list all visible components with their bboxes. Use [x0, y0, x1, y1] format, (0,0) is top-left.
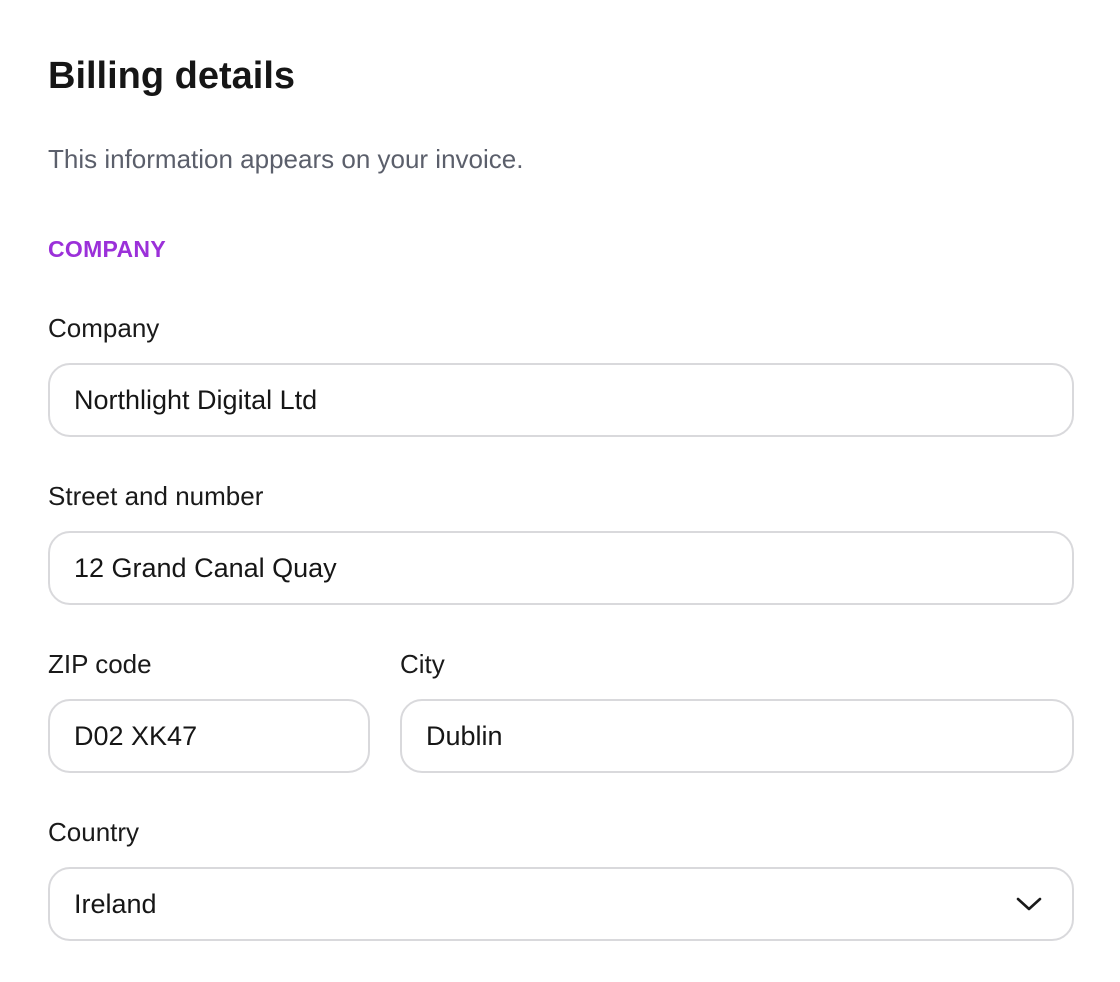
- street-label: Street and number: [48, 481, 264, 511]
- chevron-down-icon: [1014, 889, 1044, 919]
- country-label: Country: [48, 817, 140, 847]
- city-label: City: [400, 649, 445, 679]
- country-select[interactable]: Ireland: [48, 867, 1074, 941]
- zip-label: ZIP code: [48, 649, 152, 679]
- section-label-company: COMPANY: [48, 236, 166, 262]
- street-input[interactable]: [48, 531, 1074, 605]
- country-select-value: Ireland: [74, 888, 157, 919]
- company-label: Company: [48, 313, 160, 343]
- page-subtitle: This information appears on your invoice…: [48, 144, 524, 174]
- zip-input[interactable]: [48, 699, 370, 773]
- company-input[interactable]: [48, 363, 1074, 437]
- page-title: Billing details: [48, 55, 296, 97]
- city-input[interactable]: [400, 699, 1074, 773]
